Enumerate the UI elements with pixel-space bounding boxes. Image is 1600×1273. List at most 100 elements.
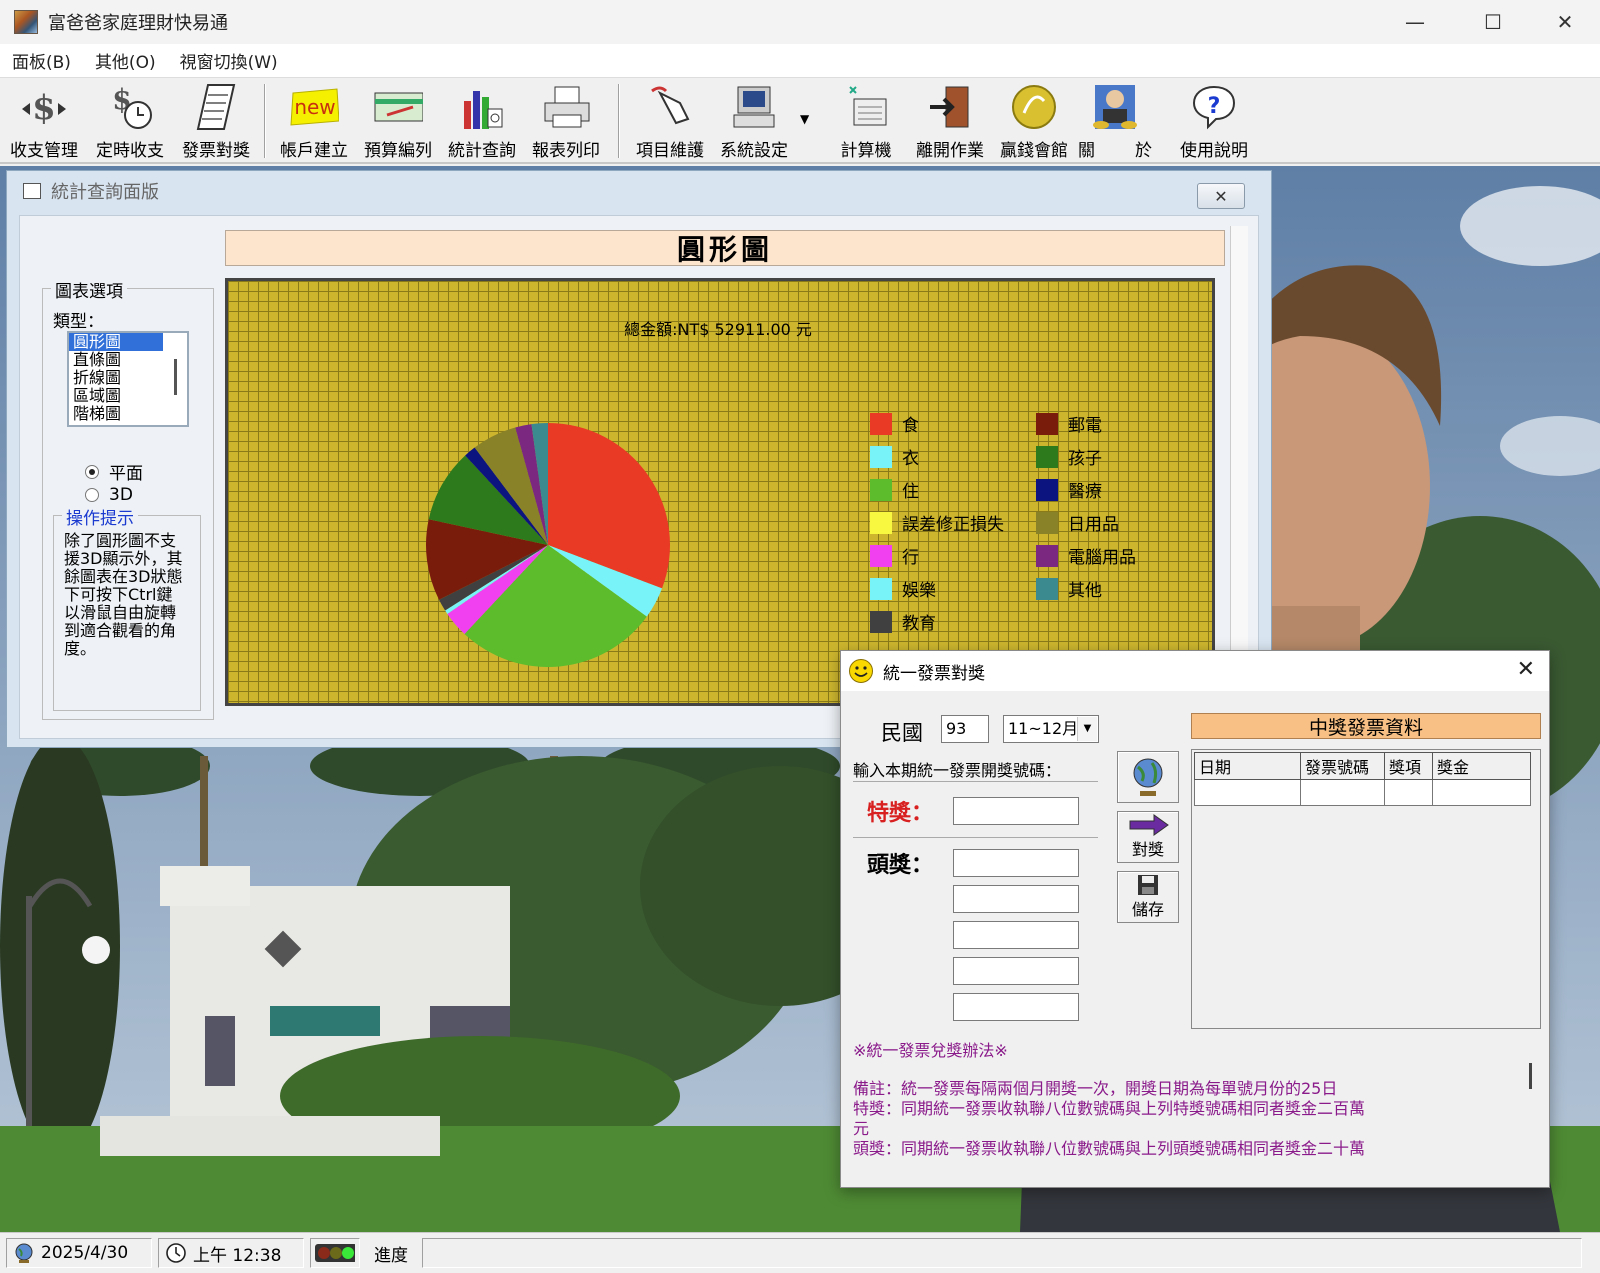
dialog-title: 統一發票對獎 bbox=[883, 663, 985, 684]
legend-label-10: 日用品 bbox=[1068, 515, 1119, 535]
list-scrollbar[interactable] bbox=[174, 359, 177, 395]
bar-chart-icon bbox=[457, 82, 507, 132]
legend-label-11: 電腦用品 bbox=[1068, 548, 1136, 568]
chart-type-list[interactable]: 圓形圖 直條圖 折線圖 區域圖 階梯圖 bbox=[67, 331, 189, 427]
save-button[interactable]: 儲存 bbox=[1117, 871, 1179, 923]
radio-3d[interactable]: 3D bbox=[85, 485, 133, 505]
legend-label-8: 孩子 bbox=[1068, 449, 1102, 469]
calculator-icon bbox=[841, 82, 891, 132]
list-item-area[interactable]: 區域圖 bbox=[69, 387, 163, 405]
status-bar: 2025/4/30 上午 12:38 進度 bbox=[0, 1232, 1600, 1273]
list-item-step[interactable]: 階梯圖 bbox=[69, 405, 163, 423]
chart-options-group: 圖表選項 類型： 圓形圖 直條圖 折線圖 區域圖 階梯圖 平面 3D 操作提示 … bbox=[42, 277, 214, 720]
period-select[interactable]: 11~12月 ▼ bbox=[1003, 715, 1099, 743]
hint-legend: 操作提示 bbox=[62, 504, 138, 529]
chart-heading: 圓形圖 bbox=[225, 230, 1225, 266]
radio-3d-indicator[interactable] bbox=[85, 488, 99, 502]
legend-label-12: 其他 bbox=[1068, 581, 1102, 601]
winning-invoices-table: 日期 發票號碼 獎項 獎金 bbox=[1191, 749, 1541, 1029]
radio-2d-indicator[interactable] bbox=[85, 464, 99, 479]
legend-swatch-8 bbox=[1036, 446, 1058, 468]
legend-label-9: 醫療 bbox=[1068, 482, 1102, 502]
year-label: 民國 bbox=[881, 721, 923, 745]
special-prize-input[interactable] bbox=[953, 797, 1079, 825]
first-prize-input-5[interactable] bbox=[953, 993, 1079, 1021]
first-prize-input-3[interactable] bbox=[953, 921, 1079, 949]
list-item-pie[interactable]: 圓形圖 bbox=[69, 333, 163, 351]
first-prize-input-4[interactable] bbox=[953, 957, 1079, 985]
income-expense-button[interactable]: $ 收支管理 bbox=[2, 82, 86, 162]
legend-swatch-4 bbox=[870, 545, 892, 567]
menu-panel[interactable]: 面板(B) bbox=[0, 48, 83, 73]
legend-swatch-9 bbox=[1036, 479, 1058, 501]
exit-door-icon bbox=[925, 82, 975, 132]
legend-swatch-1 bbox=[870, 446, 892, 468]
dialog-title-bar: 統一發票對獎 ✕ bbox=[841, 651, 1549, 691]
legend-label-0: 食 bbox=[902, 416, 919, 436]
app-icon bbox=[14, 10, 38, 34]
radio-2d[interactable]: 平面 bbox=[85, 459, 143, 484]
new-badge-icon: new bbox=[289, 82, 339, 132]
rules-scrollbar[interactable] bbox=[1529, 1063, 1532, 1089]
account-setup-button[interactable]: new 帳戶建立 bbox=[272, 82, 356, 162]
traffic-light-indicator bbox=[310, 1238, 360, 1268]
first-prize-input-2[interactable] bbox=[953, 885, 1079, 913]
globe-icon bbox=[15, 1243, 33, 1263]
list-item-bar[interactable]: 直條圖 bbox=[69, 351, 163, 369]
status-time: 上午 12:38 bbox=[158, 1238, 304, 1268]
window-title: 富爸爸家庭理財快易通 bbox=[48, 13, 228, 34]
list-item-line[interactable]: 折線圖 bbox=[69, 369, 163, 387]
maximize-button[interactable]: ☐ bbox=[1458, 0, 1528, 44]
close-button[interactable]: ✕ bbox=[1530, 0, 1600, 44]
system-settings-button[interactable]: 系統設定 bbox=[712, 82, 796, 162]
minimize-button[interactable]: — bbox=[1380, 0, 1450, 44]
scheduled-transactions-button[interactable]: $ 定時收支 bbox=[88, 82, 172, 162]
legend-swatch-5 bbox=[870, 578, 892, 600]
gold-coin-icon bbox=[1009, 82, 1059, 132]
chevron-down-icon[interactable]: ▼ bbox=[1077, 717, 1097, 741]
statistics-button[interactable]: 統計查詢 bbox=[440, 82, 524, 162]
first-prize-input-1[interactable] bbox=[953, 849, 1079, 877]
about-button[interactable]: 關於 bbox=[1060, 82, 1170, 162]
progress-label: 進度 bbox=[374, 1245, 408, 1266]
toolbar-separator bbox=[618, 84, 620, 158]
exit-button[interactable]: 離開作業 bbox=[908, 82, 992, 162]
panel-title: 統計查詢面版 bbox=[51, 182, 159, 203]
menu-other[interactable]: 其他(O) bbox=[83, 48, 168, 73]
item-maintenance-button[interactable]: 項目維護 bbox=[628, 82, 712, 162]
rules-section: ※統一發票兌獎辦法※ 備註：統一發票每隔兩個月開獎一次，開獎日期為每單號月份的2… bbox=[853, 1041, 1513, 1159]
year-input[interactable]: 93 bbox=[941, 715, 989, 743]
first-prize-label: 頭獎： bbox=[867, 853, 934, 878]
winning-invoices-header: 中獎發票資料 bbox=[1191, 713, 1541, 739]
title-bar: 富爸爸家庭理財快易通 — ☐ ✕ bbox=[0, 0, 1600, 44]
help-button[interactable]: ? 使用說明 bbox=[1172, 82, 1256, 162]
computer-icon bbox=[729, 82, 779, 132]
smiley-icon bbox=[849, 659, 873, 683]
invoice-lottery-button[interactable]: 發票對獎 bbox=[174, 82, 258, 162]
col-date: 日期 bbox=[1194, 752, 1301, 780]
budget-button[interactable]: 預算編列 bbox=[356, 82, 440, 162]
legend-swatch-3 bbox=[870, 512, 892, 534]
legend-swatch-6 bbox=[870, 611, 892, 633]
invoice-lottery-dialog: 統一發票對獎 ✕ 民國 93 11~12月 ▼ 輸入本期統一發票開獎號碼： 特獎… bbox=[840, 650, 1550, 1188]
panel-close-button[interactable]: ✕ bbox=[1197, 183, 1245, 209]
table-row[interactable] bbox=[1194, 779, 1531, 806]
toolbar: $ 收支管理 $ 定時收支 發票對獎 new 帳戶建立 預算編列 統計查詢 報表… bbox=[0, 78, 1600, 164]
traffic-light-icon bbox=[315, 1244, 355, 1262]
rules-line: 元 bbox=[853, 1119, 870, 1138]
legend-swatch-10 bbox=[1036, 512, 1058, 534]
calculator-button[interactable]: 計算機 bbox=[824, 82, 908, 162]
input-prompt: 輸入本期統一發票開獎號碼： bbox=[853, 761, 1062, 780]
globe-button[interactable] bbox=[1117, 751, 1179, 803]
dialog-close-button[interactable]: ✕ bbox=[1517, 657, 1535, 682]
globe-icon bbox=[1133, 758, 1163, 796]
legend-swatch-0 bbox=[870, 413, 892, 435]
print-report-button[interactable]: 報表列印 bbox=[524, 82, 608, 162]
legend-label-2: 住 bbox=[902, 482, 919, 502]
dropdown-arrow-icon[interactable]: ▼ bbox=[800, 112, 809, 126]
check-prize-button[interactable]: 對獎 bbox=[1117, 811, 1179, 863]
chart-total-label: 總金額:NT$ 52911.00 元 bbox=[624, 320, 812, 339]
special-prize-label: 特獎： bbox=[867, 801, 934, 826]
rules-line: 備註：統一發票每隔兩個月開獎一次，開獎日期為每單號月份的25日 bbox=[853, 1079, 1338, 1098]
menu-window-switch[interactable]: 視窗切換(W) bbox=[168, 48, 290, 73]
